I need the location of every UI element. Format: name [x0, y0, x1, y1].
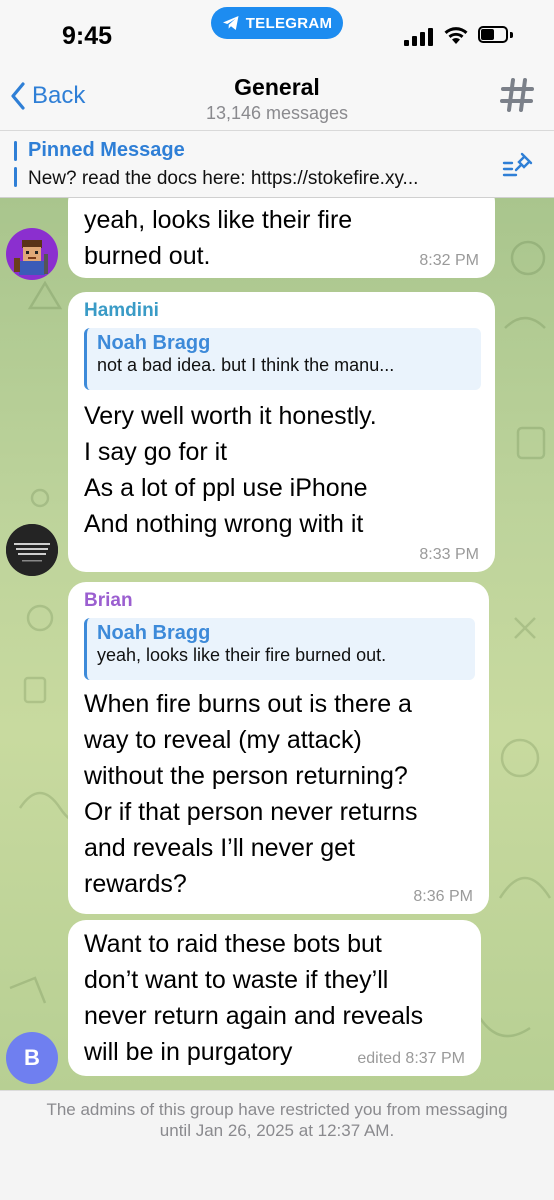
pin-list-icon[interactable] — [502, 151, 534, 179]
message-text: Very well worth it honestly. I say go fo… — [84, 402, 377, 538]
reply-quote[interactable]: Noah Bragg yeah, looks like their fire b… — [84, 618, 475, 680]
status-time: 9:45 — [62, 22, 113, 50]
message-list[interactable]: yeah, looks like their fire burned out. … — [0, 198, 554, 1090]
pinned-indicator — [14, 141, 17, 187]
status-bar: 9:45 TELEGRAM — [0, 0, 554, 68]
chat-title: General — [234, 74, 320, 100]
battery-icon — [478, 26, 514, 45]
telegram-pill-label: TELEGRAM — [245, 14, 333, 32]
message-text: When fire burns out is there a way to re… — [84, 690, 418, 898]
message-bubble[interactable]: Hamdini Noah Bragg not a bad idea. but I… — [68, 292, 495, 572]
message-count: 13,146 messages — [205, 103, 349, 123]
pixel-character-avatar — [14, 240, 48, 275]
quote-image-avatar — [6, 524, 58, 576]
reply-author: Noah Bragg — [97, 332, 211, 354]
telegram-logo-icon — [222, 16, 239, 30]
pinned-title: Pinned Message — [28, 139, 185, 161]
chat-title-block[interactable]: General 13,146 messages — [0, 74, 554, 124]
sender-name[interactable]: Hamdini — [84, 300, 479, 322]
message-bubble[interactable]: Brian Noah Bragg yeah, looks like their … — [68, 582, 489, 914]
avatar[interactable] — [6, 228, 58, 280]
message-time: edited 8:37 PM — [357, 1050, 465, 1067]
avatar-letter: B — [24, 1045, 40, 1070]
restriction-notice: The admins of this group have restricted… — [0, 1090, 554, 1200]
cellular-signal-icon — [404, 28, 434, 46]
telegram-app-pill[interactable]: TELEGRAM — [211, 7, 343, 39]
avatar[interactable]: B — [6, 1032, 58, 1084]
message-time: 8:36 PM — [413, 888, 473, 905]
sender-name[interactable]: Brian — [84, 590, 473, 612]
hashtag-icon[interactable] — [498, 76, 536, 114]
message-bubble[interactable]: Want to raid these bots but don’t want t… — [68, 920, 481, 1076]
chat-header: Back General 13,146 messages — [0, 68, 554, 128]
avatar[interactable] — [6, 524, 58, 576]
screen: 9:45 TELEGRAM Back General 13,146 messag… — [0, 0, 554, 1200]
reply-author: Noah Bragg — [97, 622, 211, 644]
message-text: Want to raid these bots but don’t want t… — [84, 930, 424, 1066]
reply-text: not a bad idea. but I think the manu... — [97, 355, 395, 375]
message-bubble[interactable]: yeah, looks like their fire burned out. … — [68, 198, 495, 278]
reply-text: yeah, looks like their fire burned out. — [97, 645, 387, 665]
reply-quote[interactable]: Noah Bragg not a bad idea. but I think t… — [84, 328, 481, 390]
message-time: 8:33 PM — [419, 546, 479, 563]
message-time: 8:32 PM — [419, 252, 479, 269]
pinned-text: New? read the docs here: https://stokefi… — [28, 168, 419, 189]
pinned-message-bar[interactable]: Pinned Message New? read the docs here: … — [0, 130, 554, 198]
wifi-icon — [444, 27, 468, 44]
restriction-text: The admins of this group have restricted… — [46, 1100, 508, 1140]
